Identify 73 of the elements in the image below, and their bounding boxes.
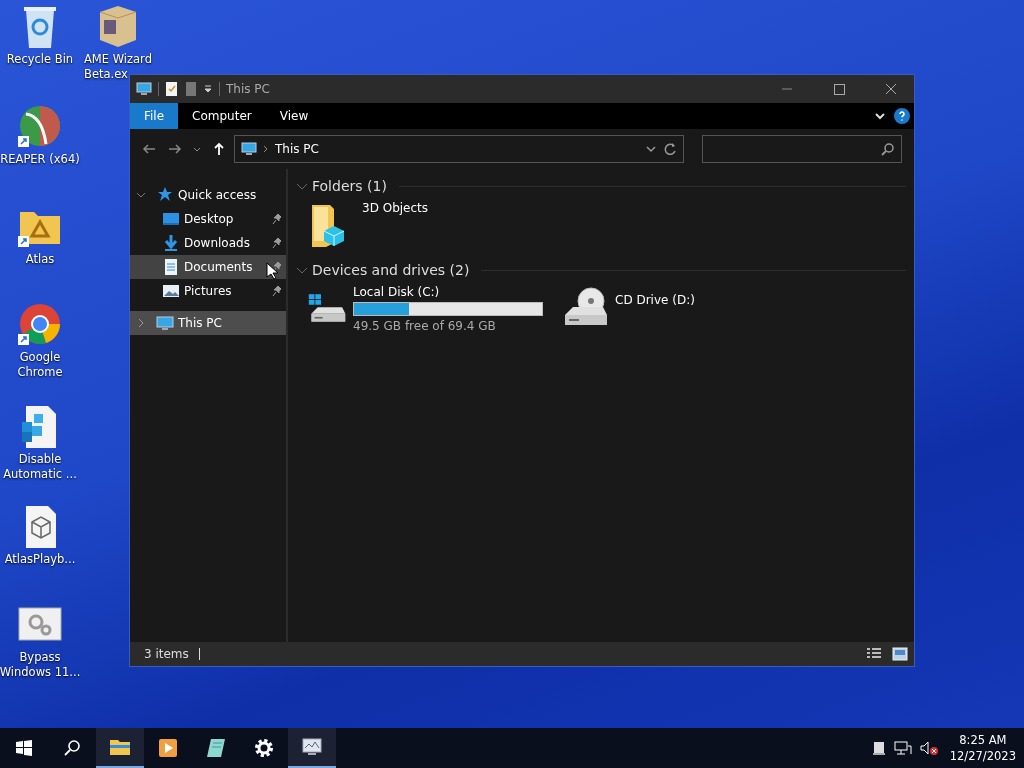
desktop-icon-label[interactable]: AtlasPlayb...	[4, 552, 76, 567]
notepad-icon	[205, 737, 227, 759]
minimize-icon	[782, 88, 792, 90]
expanded-chevron-icon[interactable]	[136, 190, 146, 200]
nav-item[interactable]: Downloads	[130, 231, 286, 255]
search-icon	[63, 739, 81, 757]
muted-speaker-icon[interactable]	[919, 740, 938, 756]
help-icon[interactable]	[894, 108, 910, 124]
notes-icon[interactable]	[871, 740, 886, 756]
ribbon-tab[interactable]: File	[130, 103, 179, 129]
large-icons-view-icon[interactable]	[892, 647, 908, 661]
media-player-icon	[157, 737, 179, 759]
caret-icon	[193, 146, 201, 152]
expanded-chevron-icon[interactable]	[296, 181, 308, 191]
search-field[interactable]	[702, 135, 902, 163]
nav-item[interactable]: Pictures	[130, 279, 286, 303]
desktop-icon-label[interactable]: Disable Automatic ...	[3, 452, 77, 482]
computer-icon	[136, 81, 152, 97]
nav-item-label: Downloads	[184, 236, 250, 250]
settings-icon	[253, 737, 275, 759]
expand-ribbon-icon[interactable]	[874, 110, 886, 122]
nav-item[interactable]: This PC	[130, 311, 286, 335]
clock[interactable]: 8:25 AM 12/27/2023	[949, 732, 1016, 764]
ribbon-tab[interactable]: View	[265, 103, 323, 129]
desktop-icon-label[interactable]: Bypass Windows 11...	[0, 650, 81, 680]
download-icon	[162, 234, 180, 252]
maximize-icon	[833, 83, 845, 95]
item-name[interactable]: 3D Objects	[362, 201, 429, 215]
computer-icon	[156, 314, 174, 332]
mouse-pointer-icon	[266, 262, 278, 280]
search-icon	[881, 142, 895, 156]
refresh-icon[interactable]	[663, 141, 677, 157]
star-icon	[156, 186, 174, 204]
nav-item-label: This PC	[178, 316, 222, 330]
network-icon[interactable]	[893, 740, 912, 756]
nav-item-label: Documents	[184, 260, 253, 274]
collapsed-chevron-icon[interactable]	[136, 318, 146, 328]
ribbon-tab[interactable]: Computer	[178, 103, 266, 129]
taskbar-app[interactable]	[96, 728, 144, 768]
section-heading[interactable]: Devices and drives (2)	[312, 262, 470, 278]
item-count: 3 items	[144, 647, 189, 661]
taskbar-app[interactable]	[288, 728, 336, 768]
address-path: This PC	[275, 142, 320, 156]
nav-item[interactable]: Documents	[130, 255, 286, 279]
expanded-chevron-icon[interactable]	[296, 265, 308, 275]
address-bar[interactable]: This PC	[234, 135, 684, 163]
drive-space-text: 49.5 GB free of 69.4 GB	[353, 319, 497, 333]
desktop-icon-label[interactable]: REAPER (x64)	[0, 152, 80, 167]
nav-item[interactable]: Quick access	[130, 183, 286, 207]
item-name[interactable]: CD Drive (D:)	[615, 293, 695, 307]
monitor-icon	[301, 736, 323, 758]
window-title: This PC	[226, 82, 271, 96]
desktop-icon-label[interactable]: Google Chrome	[17, 350, 63, 380]
nav-item-label: Quick access	[178, 188, 257, 202]
details-view-icon[interactable]	[866, 647, 882, 661]
clock-date: 12/27/2023	[949, 748, 1016, 764]
computer-icon	[241, 141, 257, 157]
new-folder-icon[interactable]	[185, 81, 197, 97]
close-icon	[886, 84, 896, 94]
document-icon	[162, 258, 180, 276]
desktop-icon-label[interactable]: Atlas	[25, 252, 55, 267]
nav-item-label: Desktop	[184, 212, 234, 226]
nav-item-label: Pictures	[184, 284, 232, 298]
desktop-icon-label[interactable]: Recycle Bin	[6, 52, 74, 67]
section-heading[interactable]: Folders (1)	[312, 178, 387, 194]
clock-time: 8:25 AM	[959, 732, 1007, 748]
windows-logo-icon	[15, 739, 33, 757]
nav-item[interactable]: Desktop	[130, 207, 286, 231]
desktop-icon	[162, 210, 180, 228]
item-name[interactable]: Local Disk (C:)	[353, 285, 543, 299]
desktop-icon-label[interactable]: AME Wizard Beta.ex	[78, 52, 152, 82]
pictures-icon	[162, 282, 180, 300]
properties-icon[interactable]	[165, 81, 179, 97]
